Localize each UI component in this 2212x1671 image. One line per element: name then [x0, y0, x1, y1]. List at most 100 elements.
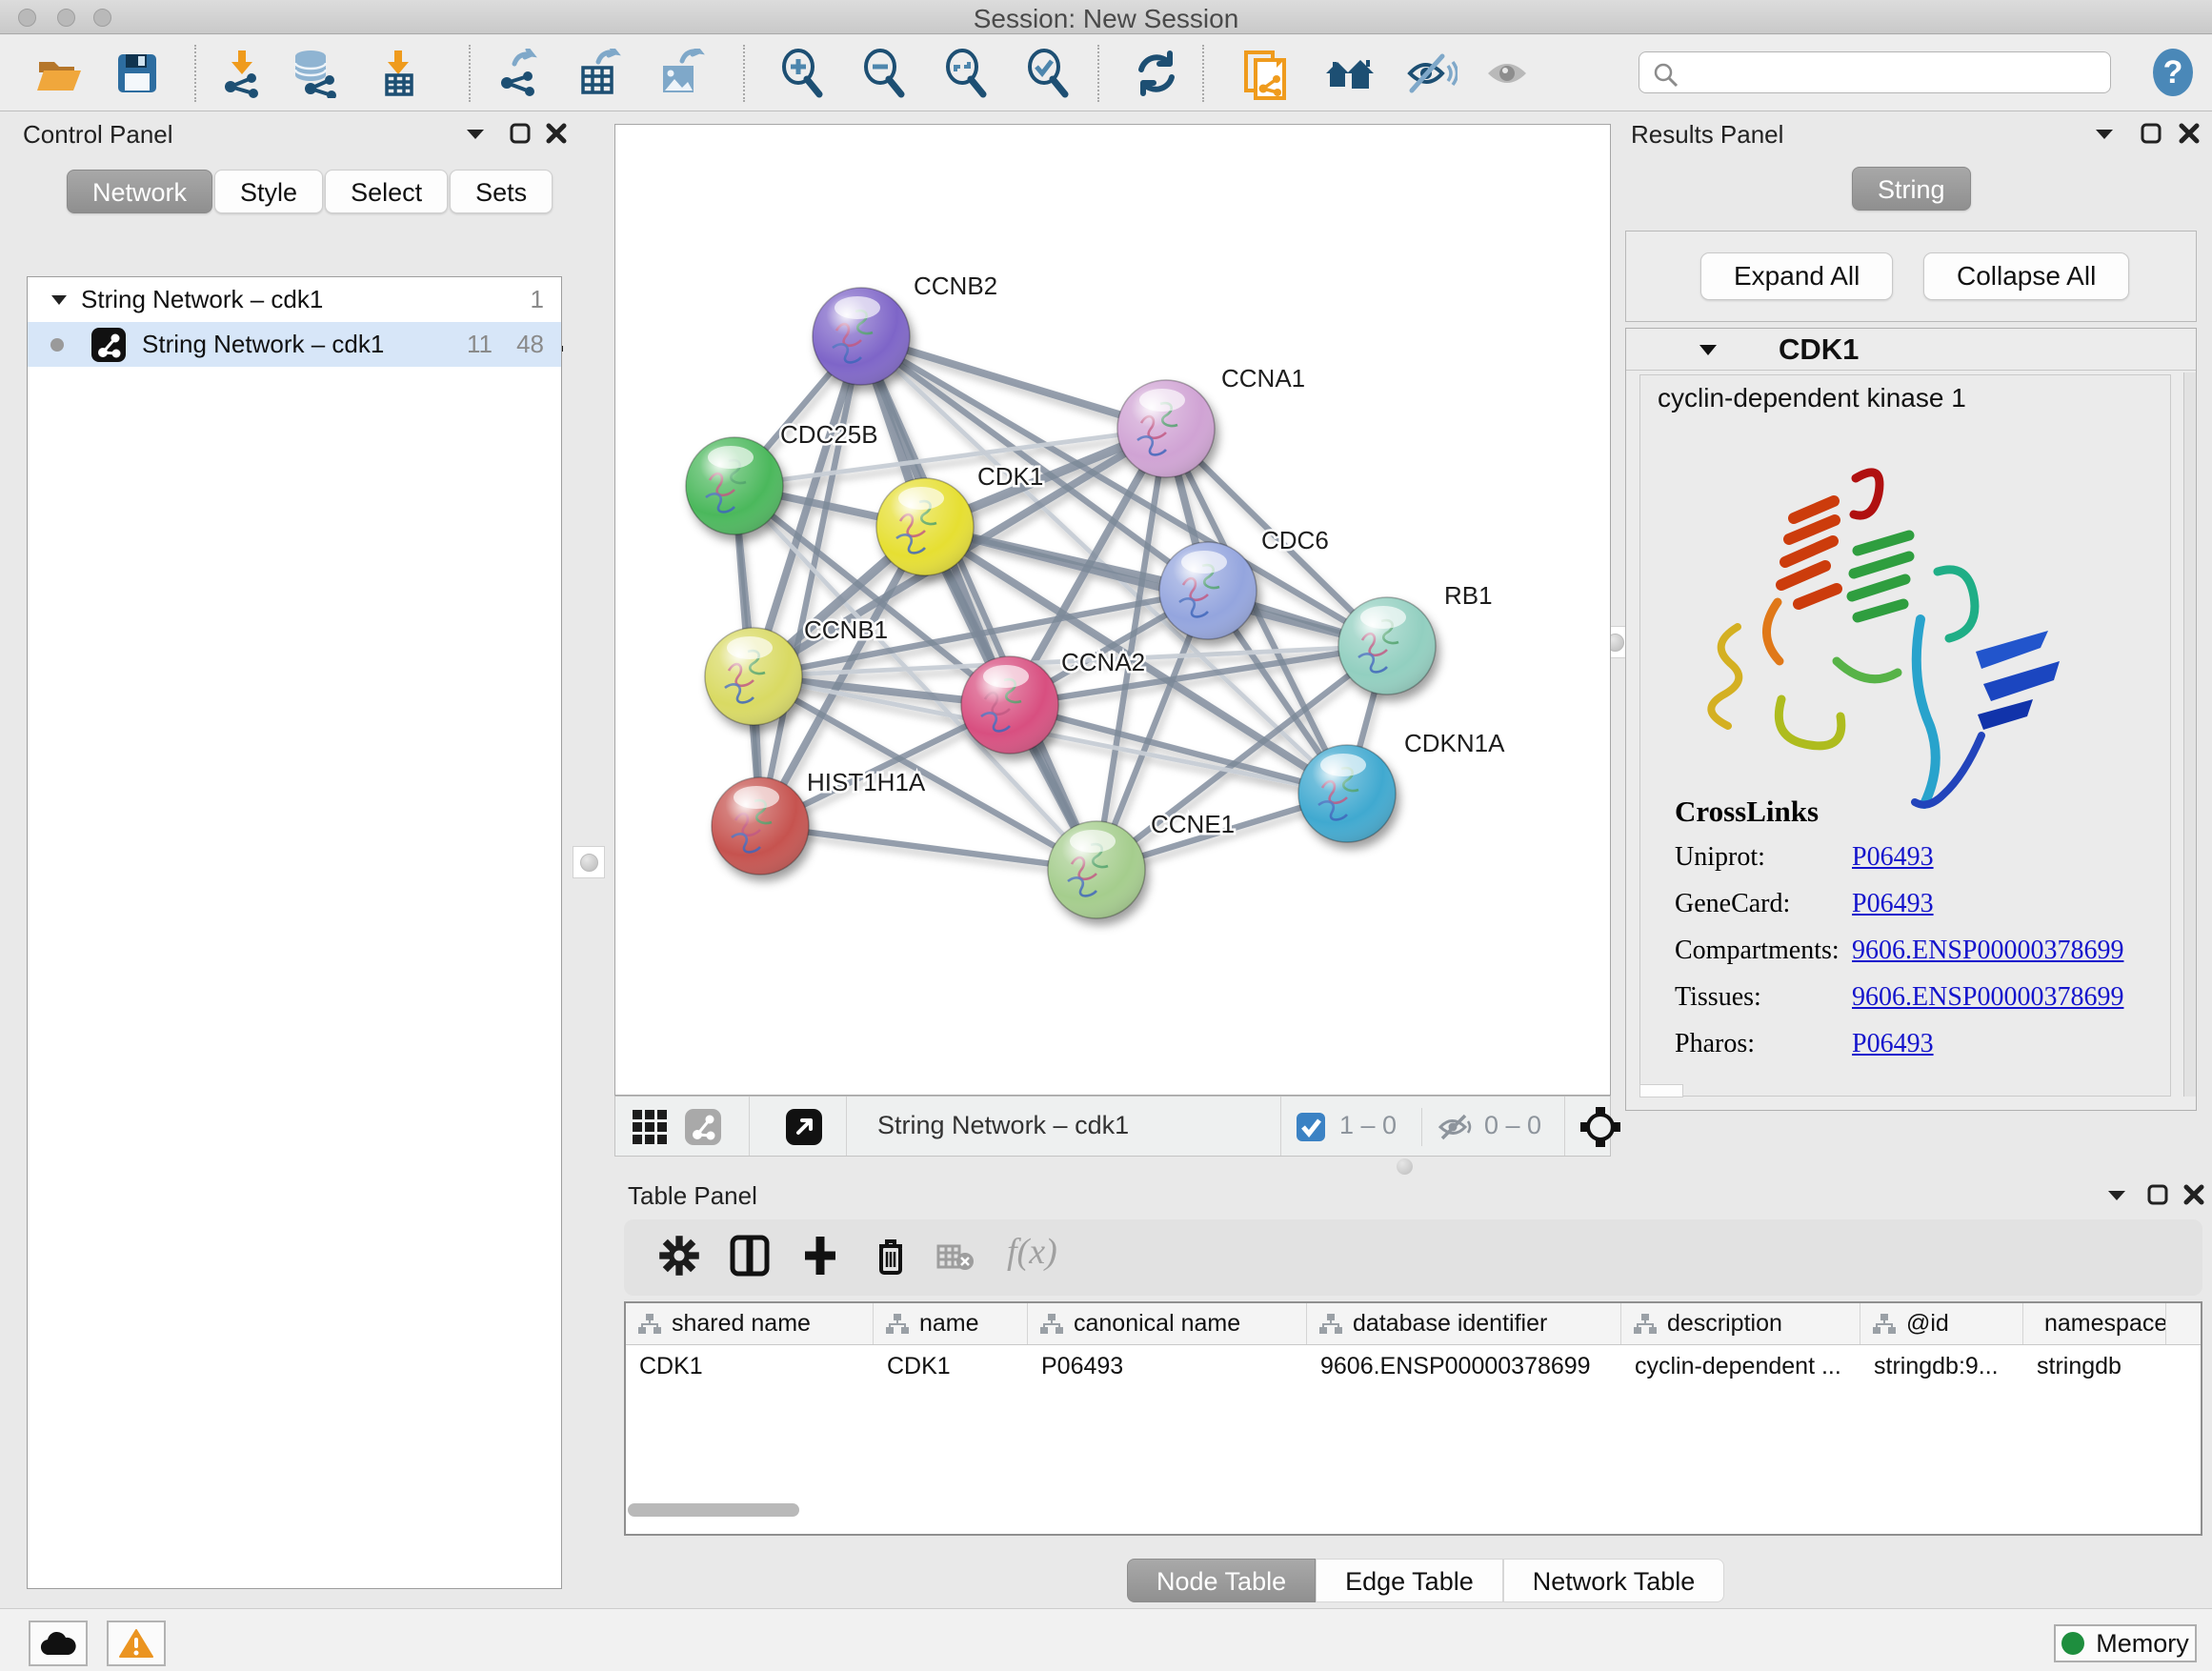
show-hidden-icon[interactable]: [1482, 49, 1532, 98]
table-cell[interactable]: 9606.ENSP00000378699: [1307, 1345, 1621, 1387]
tab-node-table[interactable]: Node Table: [1127, 1559, 1316, 1602]
string-network-icon: [90, 327, 127, 363]
crosslinks-section: CrossLinks Uniprot: P06493 GeneCard: P06…: [1675, 795, 2123, 1076]
string-import-icon[interactable]: [1240, 49, 1290, 98]
warning-status-button[interactable]: [107, 1621, 166, 1666]
tab-string[interactable]: String: [1852, 167, 1971, 211]
expand-all-button[interactable]: Expand All: [1700, 252, 1893, 300]
crosslink-link[interactable]: P06493: [1852, 842, 1934, 873]
table-cell[interactable]: P06493: [1028, 1345, 1307, 1387]
node-highlight: [708, 446, 754, 469]
tab-select[interactable]: Select: [325, 170, 448, 213]
create-column-icon[interactable]: [799, 1235, 845, 1280]
crosslink-link[interactable]: P06493: [1852, 889, 1934, 919]
save-session-icon[interactable]: [112, 49, 162, 98]
zoom-fit-icon[interactable]: [941, 49, 991, 98]
column-header-canonicalname[interactable]: canonical name: [1028, 1303, 1307, 1344]
zoom-selected-icon[interactable]: [1023, 49, 1073, 98]
open-session-icon[interactable]: [34, 49, 84, 98]
panel-collapse-icon[interactable]: [465, 128, 486, 141]
tab-style[interactable]: Style: [214, 170, 323, 213]
apply-layout-icon[interactable]: [1132, 49, 1181, 98]
edge-HIST1H1A-CCNE1[interactable]: [760, 826, 1096, 870]
gene-details: cyclin-dependent kinase 1: [1639, 374, 2171, 1097]
export-network-icon[interactable]: [493, 49, 543, 98]
section-collapse-icon[interactable]: [1699, 344, 1718, 356]
crosslinks-title: CrossLinks: [1675, 795, 2123, 829]
function-builder-icon[interactable]: f(x): [1007, 1231, 1093, 1277]
panel-collapse-icon[interactable]: [2094, 128, 2115, 141]
clear-table-icon[interactable]: [936, 1242, 982, 1288]
tab-edge-table[interactable]: Edge Table: [1316, 1559, 1503, 1602]
collapse-all-button[interactable]: Collapse All: [1923, 252, 2129, 300]
grid-view-icon[interactable]: [631, 1108, 669, 1146]
node-highlight: [835, 296, 880, 319]
import-network-database-icon[interactable]: [290, 49, 339, 98]
network-collection-row[interactable]: String Network – cdk1 1: [28, 277, 561, 322]
collection-expand-icon[interactable]: [50, 294, 68, 306]
column-header-databaseidentifier[interactable]: database identifier: [1307, 1303, 1621, 1344]
zoom-out-icon[interactable]: [859, 49, 909, 98]
crosslink-link[interactable]: 9606.ENSP00000378699: [1852, 936, 2123, 966]
node-highlight: [727, 636, 773, 659]
export-image-icon[interactable]: [655, 49, 705, 98]
gene-description: cyclin-dependent kinase 1: [1658, 383, 1966, 413]
import-network-file-icon[interactable]: [217, 49, 267, 98]
cloud-icon: [40, 1630, 76, 1657]
table-cell[interactable]: CDK1: [626, 1345, 874, 1387]
left-splitter-handle[interactable]: [573, 846, 605, 878]
network-view-mode-icon[interactable]: [684, 1108, 722, 1146]
node-CDKN1A: CDKN1A: [1298, 729, 1505, 842]
hidden-eye-slash-icon[interactable]: [1437, 1112, 1475, 1142]
edge-CCNB2-HIST1H1A[interactable]: [760, 336, 861, 826]
table-cell[interactable]: CDK1: [874, 1345, 1028, 1387]
selected-checkbox-icon[interactable]: [1296, 1112, 1326, 1142]
results-vertical-scrollbar[interactable]: [2183, 372, 2196, 1097]
cloud-status-button[interactable]: [29, 1621, 88, 1666]
detach-view-icon[interactable]: [785, 1108, 823, 1146]
table-options-gear-icon[interactable]: [658, 1235, 704, 1280]
collection-count: 1: [531, 285, 544, 314]
gene-section-header[interactable]: CDK1: [1626, 329, 2196, 371]
zoom-in-icon[interactable]: [777, 49, 827, 98]
results-panel-title: Results Panel: [1631, 120, 1783, 150]
panel-float-icon[interactable]: [2140, 122, 2162, 145]
crosslink-link[interactable]: P06493: [1852, 1029, 1934, 1059]
svg-text:?: ?: [2163, 54, 2183, 91]
network-canvas[interactable]: CCNB2CCNA1CDC25BCDK1CDC6RB1CCNB1CCNA2CDK…: [614, 124, 1611, 1096]
hide-selected-icon[interactable]: [1404, 49, 1454, 98]
network-edge-count: 48: [516, 330, 544, 359]
birds-eye-view-icon[interactable]: [1579, 1106, 1621, 1148]
help-icon[interactable]: ?: [2145, 45, 2195, 94]
toolbar-separator: [1202, 45, 1204, 102]
table-horizontal-scrollbar[interactable]: [628, 1503, 799, 1517]
delete-column-icon[interactable]: [870, 1235, 915, 1280]
toolbar-separator: [1280, 1097, 1281, 1156]
network-node-count: 11: [467, 330, 493, 359]
column-header-sharedname[interactable]: shared name: [626, 1303, 874, 1344]
home-networks-icon[interactable]: [1322, 49, 1372, 98]
gene-section: CDK1 cyclin-dependent kinase 1: [1625, 328, 2197, 1111]
panel-close-icon[interactable]: [2178, 122, 2201, 145]
node-highlight: [734, 786, 779, 809]
node-label-CCNA2: CCNA2: [1061, 648, 1145, 676]
node-highlight: [1181, 551, 1227, 574]
node-label-CDC6: CDC6: [1261, 526, 1329, 554]
panel-close-icon[interactable]: [545, 122, 568, 145]
results-horizontal-scrollbar[interactable]: [1639, 1084, 1683, 1097]
column-type-icon: [885, 1313, 910, 1336]
node-label-CCNA1: CCNA1: [1221, 364, 1305, 393]
tab-network[interactable]: Network: [67, 170, 212, 213]
panel-float-icon[interactable]: [509, 122, 532, 145]
tab-sets[interactable]: Sets: [450, 170, 553, 213]
export-table-icon[interactable]: [573, 49, 623, 98]
column-header-name[interactable]: name: [874, 1303, 1028, 1344]
memory-button[interactable]: Memory: [2054, 1624, 2197, 1662]
column-type-icon: [1318, 1313, 1343, 1336]
import-table-file-icon[interactable]: [373, 49, 423, 98]
toolbar-separator: [194, 45, 196, 102]
search-input[interactable]: [1639, 51, 2111, 93]
network-row[interactable]: String Network – cdk1 11 48: [28, 322, 561, 367]
show-columns-icon[interactable]: [729, 1235, 774, 1280]
crosslink-link[interactable]: 9606.ENSP00000378699: [1852, 982, 2123, 1013]
